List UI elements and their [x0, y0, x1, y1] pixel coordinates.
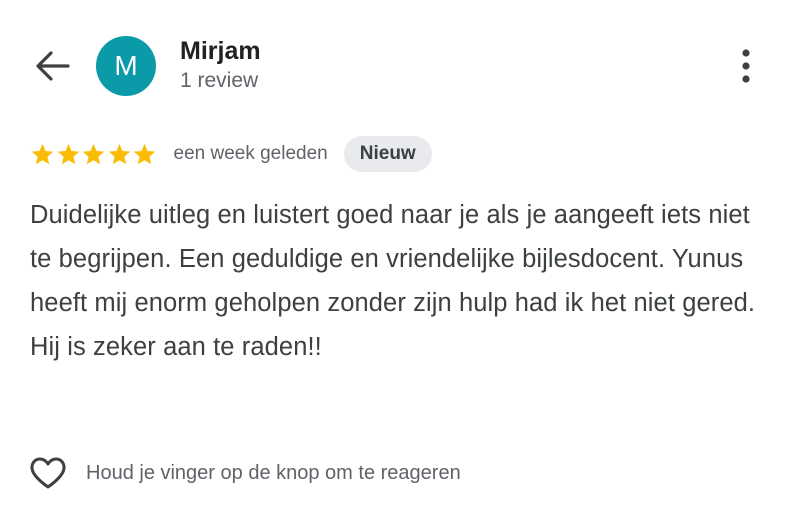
arrow-left-icon: [36, 51, 70, 81]
star-rating: [30, 142, 158, 167]
star-icon: [31, 143, 54, 164]
avatar[interactable]: M: [96, 36, 156, 96]
review-detail-page: M Mirjam 1 review een week geleden Nieuw…: [0, 0, 799, 506]
star-icon: [82, 143, 105, 164]
star-icon: [57, 143, 79, 164]
avatar-initial: M: [114, 50, 138, 81]
review-meta: een week geleden Nieuw: [30, 136, 432, 172]
star-icon: [108, 143, 130, 164]
review-text: Duidelijke uitleg en luistert goed naar …: [30, 201, 756, 361]
more-vertical-icon: [742, 49, 750, 83]
react-button[interactable]: Houd je vinger op de knop om te reageren: [28, 452, 461, 494]
reviewer-name[interactable]: Mirjam: [180, 37, 261, 66]
back-button[interactable]: [30, 46, 74, 86]
new-badge: Nieuw: [343, 136, 432, 172]
heart-outline-icon: [30, 457, 66, 489]
review-date: een week geleden: [173, 143, 328, 164]
react-label: Houd je vinger op de knop om te reageren: [86, 461, 461, 484]
review-count: 1 review: [180, 69, 259, 92]
more-options-button[interactable]: [730, 44, 762, 88]
star-icon: [133, 143, 156, 164]
